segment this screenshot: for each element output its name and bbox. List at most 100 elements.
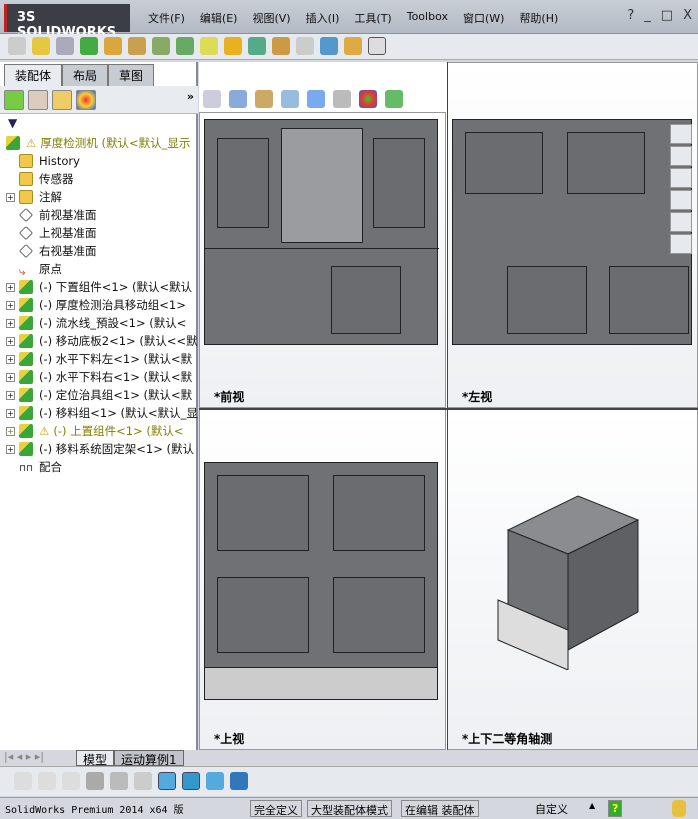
edit-appearance-icon[interactable]	[359, 90, 377, 108]
insert-component-icon[interactable]	[32, 37, 50, 55]
property-manager-icon[interactable]	[28, 90, 48, 110]
tag-icon[interactable]	[672, 800, 686, 817]
3d-view-icon[interactable]	[182, 772, 200, 790]
expand-toggle[interactable]: +	[6, 372, 15, 382]
menu-edit[interactable]: 编辑(E)	[200, 10, 238, 26]
expand-toggle[interactable]: +	[6, 426, 15, 436]
previous-view-icon[interactable]	[229, 90, 247, 108]
expand-toggle[interactable]: +	[6, 336, 15, 346]
grid-icon[interactable]	[110, 772, 128, 790]
tab-sketch[interactable]: 草图	[108, 64, 155, 87]
bill-of-materials-icon[interactable]	[248, 37, 266, 55]
tree-item[interactable]: + ⚠ (-) 上置组件<1> (默认<	[6, 422, 198, 440]
view-axes-icon[interactable]	[158, 772, 176, 790]
move-component-icon[interactable]	[128, 37, 146, 55]
layer-icon[interactable]	[38, 772, 56, 790]
tree-item[interactable]: ⤷ 原点	[6, 260, 198, 278]
snapshot-icon[interactable]	[368, 37, 386, 55]
expand-toggle[interactable]: +	[6, 192, 15, 202]
viewport-left[interactable]: *左视	[447, 62, 698, 408]
mate-icon[interactable]	[56, 37, 74, 55]
design-library-icon[interactable]	[670, 146, 692, 166]
expand-toggle[interactable]: +	[6, 408, 15, 418]
tab-layout[interactable]: 布局	[62, 64, 109, 87]
drawing-icon[interactable]	[14, 772, 32, 790]
interference-icon[interactable]	[320, 37, 338, 55]
tree-item[interactable]: 上视基准面	[6, 224, 198, 242]
list-icon[interactable]	[86, 772, 104, 790]
filter-icon[interactable]: ▼	[8, 116, 17, 130]
tree-item[interactable]: + (-) 移动底板2<1> (默认<<默	[6, 332, 198, 350]
file-explorer-icon[interactable]	[670, 168, 692, 188]
tree-item[interactable]: 前视基准面	[6, 206, 198, 224]
viewport-front[interactable]: *前视	[199, 112, 446, 408]
tree-item[interactable]: + (-) 水平下料左<1> (默认<默	[6, 350, 198, 368]
apply-scene-icon[interactable]	[385, 90, 403, 108]
tree-item[interactable]: + (-) 流水线_預設<1> (默认<	[6, 314, 198, 332]
viewport-top[interactable]: *上视	[199, 409, 446, 750]
tree-item[interactable]: + 注解	[6, 188, 198, 206]
view-orientation-icon[interactable]	[281, 90, 299, 108]
configuration-manager-icon[interactable]	[52, 90, 72, 110]
feature-manager-tree-icon[interactable]	[4, 90, 24, 110]
expand-toggle[interactable]: +	[6, 354, 15, 364]
minimize-button[interactable]: _	[644, 8, 651, 23]
tree-item[interactable]: 右视基准面	[6, 242, 198, 260]
expand-toggle[interactable]: +	[6, 318, 15, 328]
tree-item[interactable]: + (-) 水平下料右<1> (默认<默	[6, 368, 198, 386]
tab-model[interactable]: 模型	[76, 750, 115, 767]
expand-toggle[interactable]: +	[6, 390, 15, 400]
table-icon[interactable]	[206, 772, 224, 790]
expand-panel-button[interactable]: »	[187, 90, 194, 109]
linear-pattern-icon[interactable]	[80, 37, 98, 55]
units-custom[interactable]: 自定义	[532, 800, 571, 817]
viewport-isometric[interactable]: *上下二等角轴测	[447, 409, 698, 750]
instant3d-icon[interactable]	[344, 37, 362, 55]
tree-item[interactable]: + (-) 移料系统固定架<1> (默认	[6, 440, 198, 458]
close-button[interactable]: X	[683, 8, 692, 23]
exploded-view-icon[interactable]	[272, 37, 290, 55]
menu-insert[interactable]: 插入(I)	[306, 10, 340, 26]
tab-scroll-arrows[interactable]: |◂ ◂ ▸ ▸|	[4, 750, 76, 766]
tree-item[interactable]: + (-) 厚度检测治具移动组<1>	[6, 296, 198, 314]
tab-assembly[interactable]: 装配体	[4, 64, 63, 87]
menu-file[interactable]: 文件(F)	[148, 10, 185, 26]
show-hidden-icon[interactable]	[152, 37, 170, 55]
new-motion-study-icon[interactable]	[224, 37, 242, 55]
reference-geometry-icon[interactable]	[200, 37, 218, 55]
expand-toggle[interactable]: +	[6, 444, 15, 454]
menu-toolbox[interactable]: Toolbox	[407, 10, 448, 26]
custom-properties-icon[interactable]	[670, 234, 692, 254]
menu-help[interactable]: 帮助(H)	[519, 10, 558, 26]
expand-toggle[interactable]: +	[6, 282, 15, 292]
spring-icon[interactable]	[62, 772, 80, 790]
home-icon[interactable]	[670, 124, 692, 144]
explode-line-icon[interactable]	[296, 37, 314, 55]
view-palette-icon[interactable]	[670, 190, 692, 210]
tree-item[interactable]: + (-) 移料组<1> (默认<默认_显	[6, 404, 198, 422]
zoom-to-fit-icon[interactable]	[203, 90, 221, 108]
help-button[interactable]: ?	[627, 8, 634, 23]
expand-toggle[interactable]: +	[6, 300, 15, 310]
tree-item[interactable]: + (-) 下置组件<1> (默认<默认	[6, 278, 198, 296]
help-icon[interactable]: ?	[608, 800, 623, 817]
appearances-icon[interactable]	[670, 212, 692, 232]
menu-view[interactable]: 视图(V)	[252, 10, 290, 26]
tree-item[interactable]: ⚠ 厚度检测机 (默认<默认_显示	[6, 134, 198, 152]
tree-item[interactable]: + (-) 定位治具组<1> (默认<默	[6, 386, 198, 404]
restore-button[interactable]: □	[661, 8, 673, 23]
tab-motion-study[interactable]: 运动算例1	[114, 750, 184, 767]
tree-item[interactable]: 传感器	[6, 170, 198, 188]
align-icon[interactable]	[134, 772, 152, 790]
tree-item[interactable]: ⊓⊓ 配合	[6, 458, 198, 476]
menu-window[interactable]: 窗口(W)	[463, 10, 504, 26]
graphics-area[interactable]: ⊡⊡_⧉✕ *前视 *左视 *上视	[199, 62, 698, 750]
save-icon[interactable]	[230, 772, 248, 790]
units-arrow[interactable]: ▲	[586, 800, 598, 817]
tree-item[interactable]: History	[6, 152, 198, 170]
display-manager-icon[interactable]	[76, 90, 96, 110]
assembly-features-icon[interactable]	[176, 37, 194, 55]
hide-show-icon[interactable]	[333, 90, 351, 108]
edit-component-icon[interactable]	[8, 37, 26, 55]
section-view-icon[interactable]	[255, 90, 273, 108]
